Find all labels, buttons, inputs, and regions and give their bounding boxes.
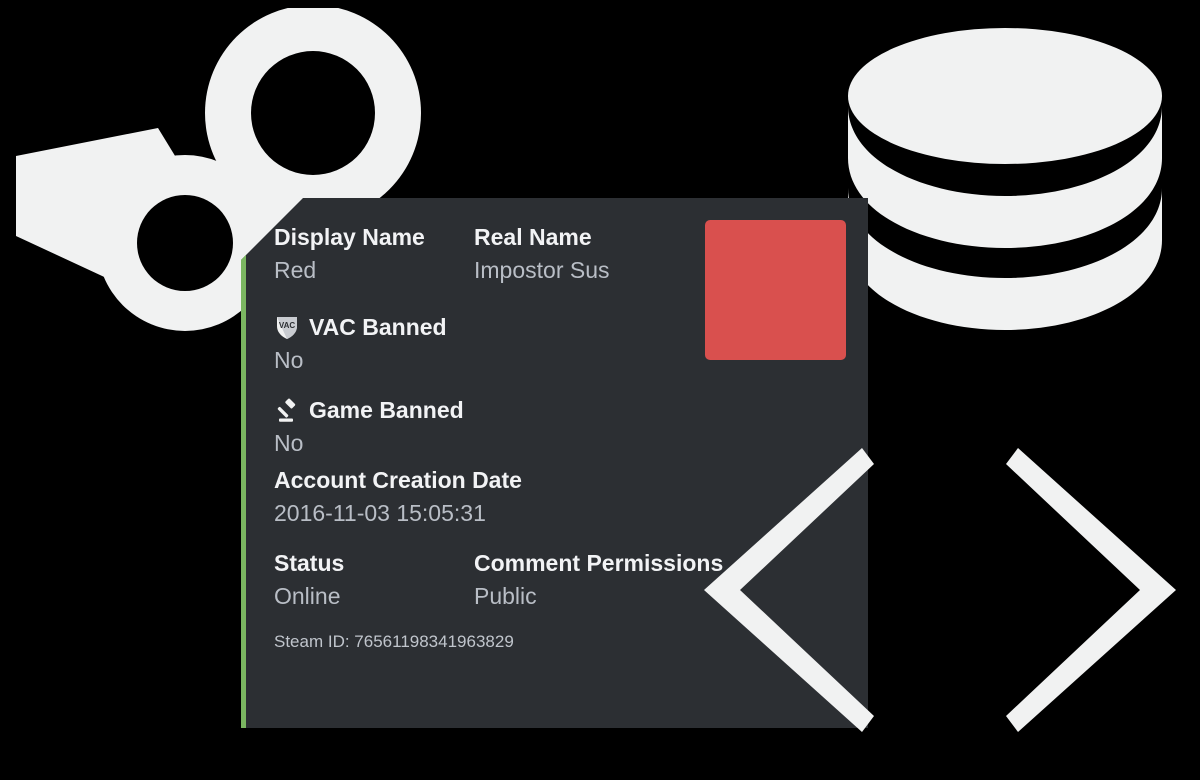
svg-text:VAC: VAC — [279, 321, 296, 330]
screenshot-stage: Display Name Red Real Name Impostor Sus — [0, 0, 1200, 780]
code-bracket-right-icon — [1000, 440, 1180, 740]
vac-banned-label-row: VAC VAC Banned — [274, 312, 840, 343]
game-banned-label: Game Banned — [309, 397, 464, 424]
real-name-label: Real Name — [474, 224, 592, 250]
account-creation-date-label: Account Creation Date — [274, 466, 522, 493]
display-name-label: Display Name — [274, 224, 425, 250]
vac-banned-label: VAC Banned — [309, 313, 447, 340]
game-banned-value: No — [274, 430, 304, 457]
comment-permissions-label: Comment Permissions — [474, 550, 724, 577]
field-status: Status Online — [274, 548, 474, 614]
row-names: Display Name Red Real Name Impostor Sus — [274, 222, 840, 288]
game-banned-label-row: Game Banned — [274, 395, 840, 426]
vac-shield-icon: VAC — [274, 314, 300, 340]
comment-permissions-value: Public — [474, 583, 537, 610]
field-account-creation-date: Account Creation Date 2016-11-03 15:05:3… — [274, 465, 840, 531]
vac-banned-value: No — [274, 346, 304, 373]
field-game-banned: Game Banned No — [274, 395, 840, 461]
steam-id-text: Steam ID: 76561198341963829 — [274, 631, 514, 651]
field-display-name: Display Name Red — [274, 222, 474, 288]
display-name-value: Red — [274, 257, 317, 284]
field-vac-banned: VAC VAC Banned No — [274, 312, 840, 378]
row-status: Status Online Comment Permissions Public — [274, 548, 840, 614]
status-value: Online — [274, 583, 341, 610]
database-icon — [840, 18, 1170, 338]
real-name-value: Impostor Sus — [474, 257, 610, 284]
gavel-icon — [274, 398, 300, 424]
steam-profile-card: Display Name Red Real Name Impostor Sus — [241, 198, 868, 728]
card-body: Display Name Red Real Name Impostor Sus — [246, 198, 868, 652]
status-label: Status — [274, 550, 345, 577]
account-creation-date-value: 2016-11-03 15:05:31 — [274, 499, 486, 526]
field-comment-permissions: Comment Permissions Public — [474, 548, 840, 614]
field-real-name: Real Name Impostor Sus — [474, 222, 840, 288]
